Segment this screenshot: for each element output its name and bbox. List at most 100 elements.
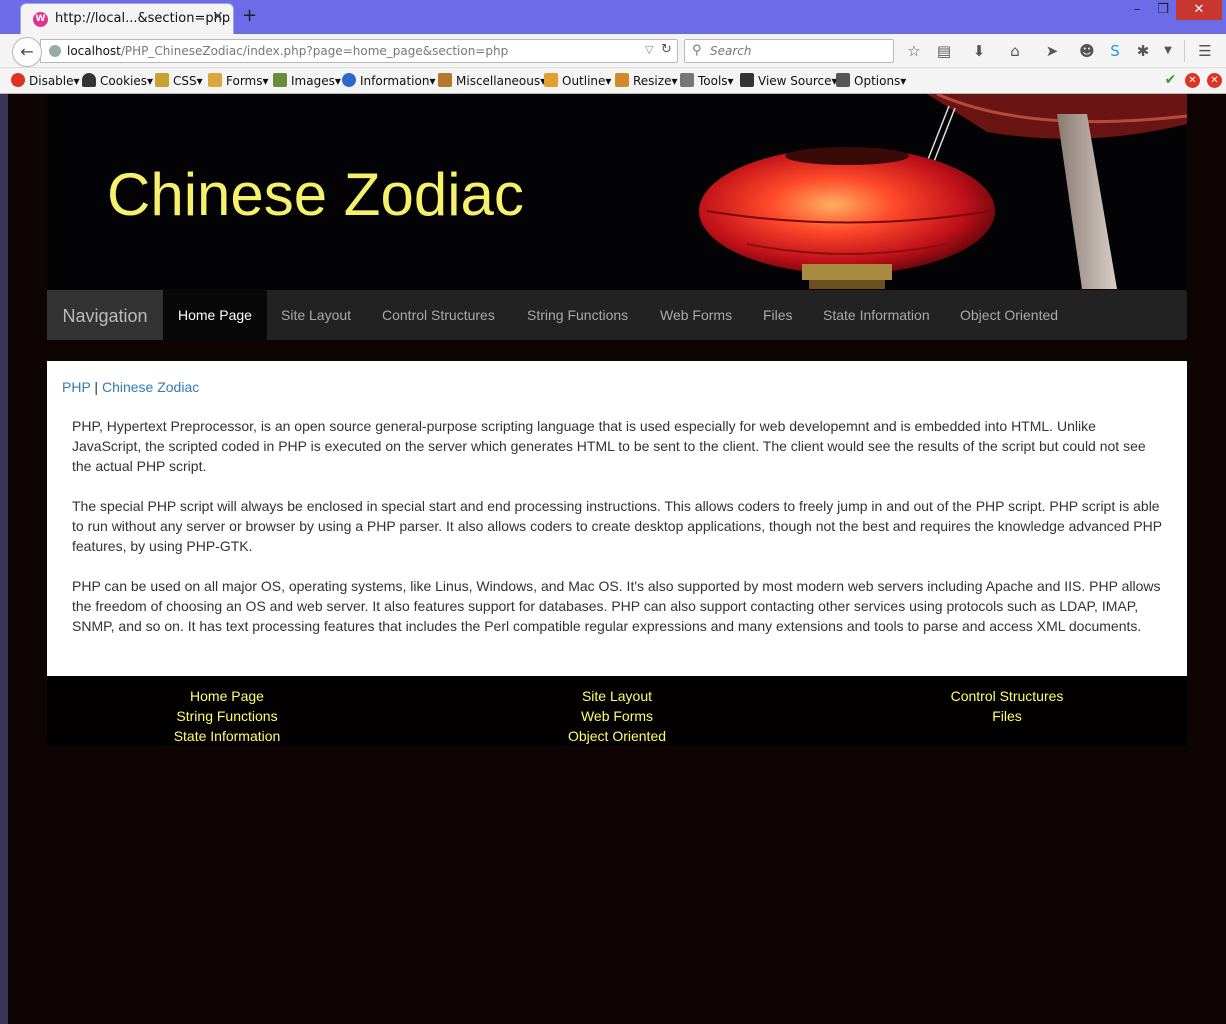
miscellaneous-icon [438, 73, 452, 87]
footer-string-functions[interactable]: String Functions [97, 706, 357, 726]
dev-menu-label: Forms▾ [226, 74, 269, 88]
dev-miscellaneous-menu[interactable]: Miscellaneous▾ [438, 73, 546, 88]
nav-brand[interactable]: Navigation [47, 290, 163, 340]
nav-web-forms[interactable]: Web Forms [645, 290, 747, 340]
browser-chrome: W http://local...&section=php ✕ + – ❐ ✕ … [0, 0, 1226, 94]
nav-home-page[interactable]: Home Page [163, 290, 267, 340]
url-dropdown-icon[interactable]: ▽ [645, 43, 653, 56]
footer-object-oriented[interactable]: Object Oriented [487, 726, 747, 746]
dev-menu-label: Resize▾ [633, 74, 678, 88]
main-content: PHP | Chinese Zodiac PHP, Hypertext Prep… [47, 361, 1187, 676]
minimize-button[interactable]: – [1124, 0, 1150, 20]
new-tab-button[interactable]: + [242, 5, 257, 26]
dev-view-source-menu[interactable]: View Source▾ [740, 73, 838, 88]
information-icon [342, 73, 356, 87]
paragraph-os: PHP can be used on all major OS, operati… [72, 578, 1161, 634]
skype-icon[interactable]: S [1105, 41, 1125, 61]
browser-toolbar: localhost/PHP_ChineseZodiac/index.php?pa… [0, 34, 1226, 68]
reading-list-icon[interactable]: ▤ [934, 41, 954, 61]
dev-menu-label: Outline▾ [562, 74, 612, 88]
forms-icon [208, 73, 222, 87]
url-text[interactable]: localhost/PHP_ChineseZodiac/index.php?pa… [67, 44, 508, 58]
resize-icon [615, 73, 629, 87]
dev-css-menu[interactable]: CSS▾ [155, 73, 203, 88]
dev-menu-label: Tools▾ [698, 74, 734, 88]
footer-files[interactable]: Files [877, 706, 1137, 726]
url-bar[interactable]: localhost/PHP_ChineseZodiac/index.php?pa… [40, 39, 678, 63]
footer-control-structures[interactable]: Control Structures [877, 686, 1137, 706]
reload-icon[interactable]: ↻ [661, 42, 672, 57]
footer-web-forms[interactable]: Web Forms [487, 706, 747, 726]
dev-cookies-menu[interactable]: Cookies▾ [82, 73, 153, 88]
close-toolbar-icon[interactable]: ✕ [1207, 73, 1222, 88]
error-icon[interactable]: ✕ [1185, 73, 1200, 88]
breadcrumb: PHP | Chinese Zodiac [62, 379, 199, 395]
dev-images-menu[interactable]: Images▾ [273, 73, 341, 88]
browser-tab[interactable]: W http://local...&section=php ✕ [20, 3, 234, 34]
dev-menu-label: Images▾ [291, 74, 341, 88]
dev-options-menu[interactable]: Options▾ [836, 73, 906, 88]
nav-site-layout[interactable]: Site Layout [266, 290, 366, 340]
dev-resize-menu[interactable]: Resize▾ [615, 73, 677, 88]
dev-forms-menu[interactable]: Forms▾ [208, 73, 269, 88]
options-icon [836, 73, 850, 87]
favicon-icon: W [33, 12, 48, 27]
nav-object-oriented[interactable]: Object Oriented [945, 290, 1073, 340]
tab-title: http://local...&section=php [55, 11, 231, 26]
footer-state-information[interactable]: State Information [97, 726, 357, 746]
header-banner: Chinese Zodiac [47, 94, 1187, 289]
outline-icon [544, 73, 558, 87]
css-icon [155, 73, 169, 87]
close-window-button[interactable]: ✕ [1176, 0, 1222, 20]
paragraph-intro: PHP, Hypertext Preprocessor, is an open … [72, 418, 1146, 474]
search-icon: ⚲ [692, 43, 702, 58]
search-bar[interactable]: ⚲ Search [684, 39, 894, 63]
desktop-edge [0, 94, 8, 1024]
back-button[interactable]: ← [12, 37, 42, 67]
dev-menu-label: Cookies▾ [100, 74, 154, 88]
title-bar: W http://local...&section=php ✕ + – ❐ ✕ [0, 0, 1226, 34]
chevron-down-icon[interactable]: ▼ [1158, 41, 1178, 61]
paragraph-script: The special PHP script will always be en… [72, 498, 1162, 554]
url-path: /PHP_ChineseZodiac/index.php?page=home_p… [120, 44, 509, 58]
chat-icon[interactable]: ☻ [1077, 41, 1097, 61]
nav-string-functions[interactable]: String Functions [512, 290, 643, 340]
send-icon[interactable]: ➤ [1042, 41, 1062, 61]
maximize-button[interactable]: ❐ [1150, 0, 1176, 20]
dev-menu-label: Information▾ [360, 74, 436, 88]
bookmark-star-icon[interactable]: ☆ [904, 41, 924, 61]
close-tab-icon[interactable]: ✕ [212, 9, 224, 25]
dev-menu-label: Options▾ [854, 74, 907, 88]
nav-state-information[interactable]: State Information [808, 290, 945, 340]
dev-information-menu[interactable]: Information▾ [342, 73, 436, 88]
dev-outline-menu[interactable]: Outline▾ [544, 73, 611, 88]
footer-home-page[interactable]: Home Page [97, 686, 357, 706]
breadcrumb-chinese-zodiac-link[interactable]: Chinese Zodiac [102, 379, 199, 395]
toolbar-separator [1184, 40, 1185, 62]
web-developer-toolbar: Disable▾ Cookies▾ CSS▾ Forms▾ Images▾ In… [0, 68, 1226, 94]
cookies-icon [82, 73, 96, 87]
dev-menu-label: View Source▾ [758, 74, 838, 88]
dev-menu-label: CSS▾ [173, 74, 203, 88]
breadcrumb-php-link[interactable]: PHP [62, 379, 91, 395]
disable-icon [11, 73, 25, 87]
view-source-icon [740, 73, 754, 87]
dev-menu-label: Disable▾ [29, 74, 80, 88]
dev-menu-label: Miscellaneous▾ [456, 74, 547, 88]
nav-files[interactable]: Files [748, 290, 808, 340]
download-icon[interactable]: ⬇ [969, 41, 989, 61]
dev-tools-menu[interactable]: Tools▾ [680, 73, 734, 88]
site-title: Chinese Zodiac [107, 161, 524, 228]
home-icon[interactable]: ⌂ [1005, 41, 1025, 61]
url-host: localhost [67, 44, 121, 58]
footer-site-layout[interactable]: Site Layout [487, 686, 747, 706]
check-icon[interactable]: ✔ [1163, 73, 1178, 88]
tools-icon [680, 73, 694, 87]
breadcrumb-separator: | [90, 379, 102, 395]
extension-icon[interactable]: ✱ [1133, 41, 1153, 61]
dev-disable-menu[interactable]: Disable▾ [11, 73, 80, 88]
nav-control-structures[interactable]: Control Structures [367, 290, 510, 340]
images-icon [273, 73, 287, 87]
menu-icon[interactable]: ☰ [1195, 41, 1215, 61]
footer-links: Home Page Site Layout Control Structures… [47, 676, 1187, 746]
